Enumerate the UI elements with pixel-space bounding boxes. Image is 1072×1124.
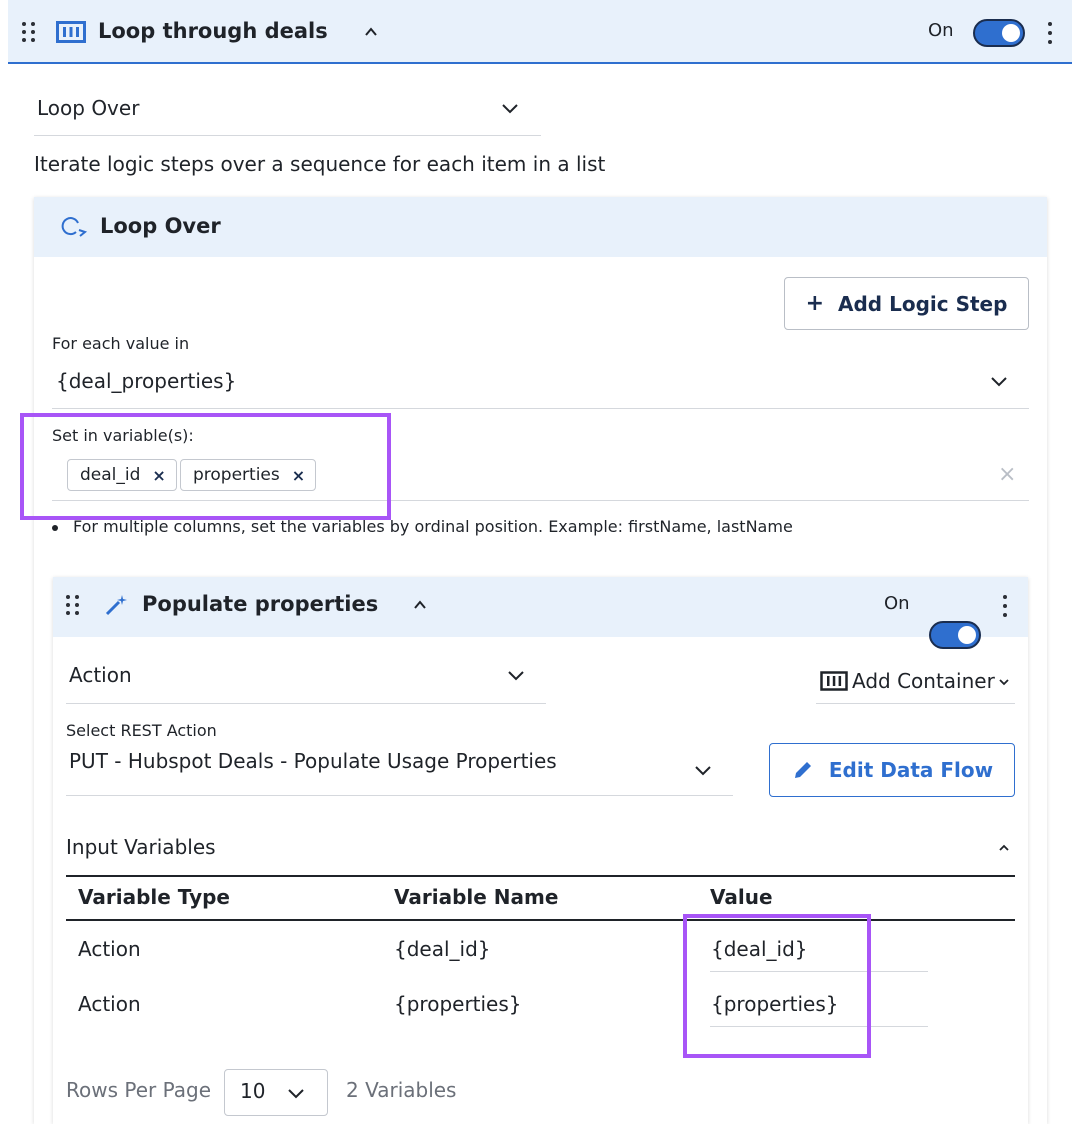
column-header: Variable Type (78, 885, 230, 909)
step-enabled-toggle[interactable] (973, 19, 1025, 47)
chevron-down-icon[interactable] (507, 668, 525, 682)
add-logic-step-label: Add Logic Step (838, 291, 1008, 316)
rest-action-value: PUT - Hubspot Deals - Populate Usage Pro… (69, 749, 557, 773)
inner-step-title: Populate properties (142, 592, 379, 616)
magic-wand-icon (105, 595, 127, 616)
variables-highlight (20, 413, 391, 520)
variables-count: 2 Variables (346, 1078, 457, 1102)
chevron-down-icon[interactable] (990, 374, 1008, 388)
drag-handle-icon[interactable] (22, 22, 36, 42)
table-cell: {deal_id} (394, 937, 491, 961)
add-container-label: Add Container (852, 669, 995, 693)
for-each-label: For each value in (52, 334, 190, 353)
pencil-icon (794, 762, 811, 778)
container-icon (820, 671, 848, 691)
table-header-rule (66, 919, 1015, 921)
inner-step-type-value: Action (69, 663, 132, 687)
chevron-down-icon[interactable] (287, 1086, 305, 1100)
chevron-up-icon[interactable] (998, 843, 1010, 853)
edit-data-flow-button[interactable]: Edit Data Flow (769, 743, 1015, 797)
step-title: Loop through deals (98, 19, 328, 43)
edit-data-flow-label: Edit Data Flow (828, 758, 994, 782)
inner-more-icon[interactable] (1002, 595, 1008, 617)
rows-per-page-label: Rows Per Page (66, 1078, 212, 1102)
chevron-down-icon[interactable] (998, 677, 1010, 687)
column-header: Value (710, 885, 773, 909)
input-variables-label: Input Variables (66, 835, 216, 859)
for-each-value: {deal_properties} (56, 369, 237, 393)
loop-icon (61, 217, 88, 237)
inner-enabled-toggle[interactable] (929, 621, 981, 649)
clear-variables-icon[interactable]: × (998, 462, 1016, 487)
chevron-up-icon[interactable] (364, 25, 378, 39)
column-header: Variable Name (394, 885, 559, 909)
step-type-value: Loop Over (37, 96, 140, 120)
chevron-down-icon[interactable] (694, 763, 712, 777)
chevron-up-icon[interactable] (413, 598, 427, 612)
step-description: Iterate logic steps over a sequence for … (34, 152, 606, 176)
select-rest-label: Select REST Action (66, 721, 217, 740)
add-logic-step-button[interactable]: + Add Logic Step (784, 277, 1029, 330)
drag-handle-icon[interactable] (66, 595, 80, 615)
inner-step-type-select[interactable] (66, 654, 546, 704)
loop-over-header-title: Loop Over (100, 214, 221, 238)
hint-bullet (52, 525, 58, 531)
variables-hint: For multiple columns, set the variables … (73, 517, 793, 536)
container-icon (56, 21, 86, 43)
chevron-down-icon[interactable] (501, 101, 519, 115)
step-toggle-label: On (928, 20, 954, 41)
table-cell: Action (78, 992, 141, 1016)
plus-icon: + (805, 291, 825, 316)
table-cell: Action (78, 937, 141, 961)
table-top-rule (66, 875, 1015, 877)
inner-toggle-label: On (884, 593, 910, 614)
value-column-highlight (683, 914, 871, 1058)
rows-per-page-value: 10 (240, 1079, 266, 1103)
table-cell: {properties} (394, 992, 522, 1016)
step-more-icon[interactable] (1047, 22, 1053, 44)
